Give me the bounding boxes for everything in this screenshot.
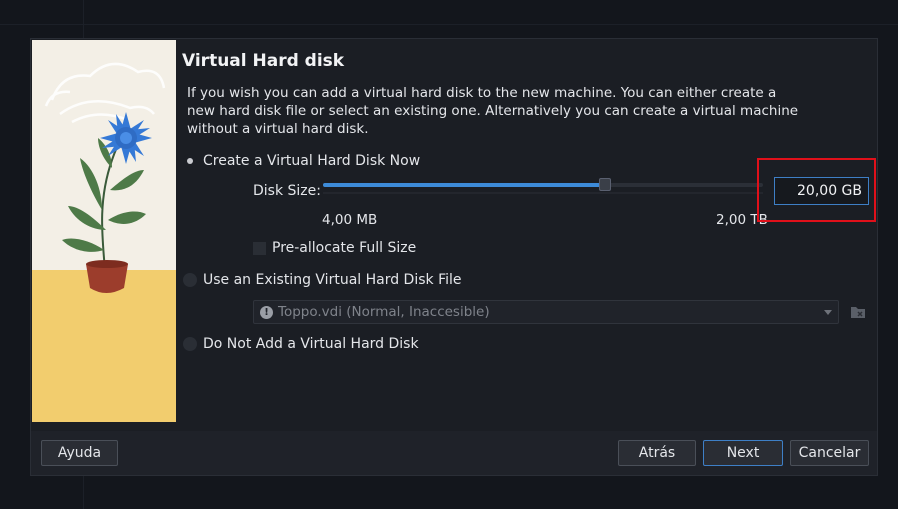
create-vm-dialog: Virtual Hard disk If you wish you can ad… bbox=[30, 38, 878, 476]
disk-size-min-label: 4,00 MB bbox=[322, 212, 378, 228]
next-button[interactable]: Next bbox=[703, 440, 783, 466]
preallocate-checkbox[interactable] bbox=[253, 241, 266, 255]
radio-do-not-add[interactable]: Do Not Add a Virtual Hard Disk bbox=[183, 334, 419, 354]
existing-disk-combobox[interactable]: ! Toppo.vdi (Normal, Inaccesible) bbox=[253, 300, 839, 324]
help-button[interactable]: Ayuda bbox=[41, 440, 118, 466]
info-icon: ! bbox=[260, 305, 273, 319]
chevron-down-icon bbox=[824, 310, 832, 315]
preallocate-checkbox-row[interactable]: Pre-allocate Full Size bbox=[253, 240, 416, 256]
page-title: Virtual Hard disk bbox=[182, 51, 345, 71]
radio-unchecked-icon bbox=[183, 273, 197, 287]
slider-ticks bbox=[323, 192, 763, 194]
annotation-highlight bbox=[757, 158, 876, 222]
page-description: If you wish you can add a virtual hard d… bbox=[187, 85, 799, 137]
radio-checked-icon bbox=[183, 154, 197, 168]
existing-disk-selected: Toppo.vdi (Normal, Inaccesible) bbox=[278, 304, 490, 320]
disk-size-slider[interactable] bbox=[323, 178, 763, 191]
back-button[interactable]: Atrás bbox=[618, 440, 696, 466]
slider-handle[interactable] bbox=[599, 178, 611, 191]
radio-create-disk-now-label: Create a Virtual Hard Disk Now bbox=[203, 153, 421, 169]
radio-use-existing[interactable]: Use an Existing Virtual Hard Disk File bbox=[183, 270, 462, 290]
preallocate-label: Pre-allocate Full Size bbox=[272, 240, 417, 256]
radio-create-disk-now[interactable]: Create a Virtual Hard Disk Now bbox=[183, 151, 420, 171]
cancel-button[interactable]: Cancelar bbox=[790, 440, 869, 466]
plant-illustration-icon bbox=[32, 40, 176, 422]
radio-do-not-add-label: Do Not Add a Virtual Hard Disk bbox=[203, 336, 419, 352]
radio-use-existing-label: Use an Existing Virtual Hard Disk File bbox=[203, 272, 462, 288]
wizard-illustration bbox=[32, 40, 176, 422]
slider-fill bbox=[323, 183, 605, 187]
folder-icon[interactable] bbox=[849, 303, 867, 321]
disk-size-label: Disk Size: bbox=[253, 183, 321, 199]
radio-unchecked-icon bbox=[183, 337, 197, 351]
